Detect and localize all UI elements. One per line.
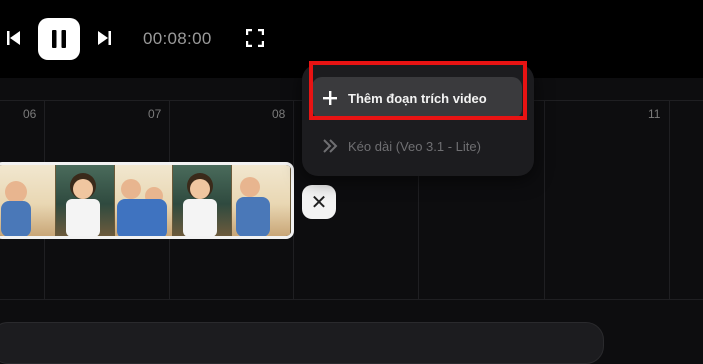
- close-icon: ✕: [310, 191, 328, 214]
- pause-button[interactable]: [38, 18, 80, 60]
- skip-previous-icon[interactable]: [2, 26, 26, 50]
- clip-thumbnail: [114, 165, 174, 236]
- prompt-panel[interactable]: [0, 322, 604, 364]
- clip-thumbnail: [0, 165, 56, 236]
- fullscreen-icon[interactable]: [243, 26, 267, 50]
- track-divider: [0, 299, 703, 300]
- ruler-tick: 08: [272, 107, 286, 121]
- ruler-tick: 07: [148, 107, 162, 121]
- clip-thumbnail: [232, 165, 291, 236]
- grid-line: [669, 101, 670, 300]
- ruler-tick: 06: [23, 107, 37, 121]
- ruler-tick: 11: [648, 107, 661, 121]
- grid-line: [544, 101, 545, 300]
- pause-icon: [52, 30, 66, 48]
- timecode: 00:08:00: [143, 29, 212, 48]
- highlight-box: [309, 61, 527, 120]
- menu-item-label: Kéo dài (Veo 3.1 - Lite): [348, 138, 481, 154]
- clip-thumbnail: [55, 165, 115, 236]
- double-chevron-right-icon: [312, 139, 348, 153]
- menu-item-extend-veo[interactable]: Kéo dài (Veo 3.1 - Lite): [312, 125, 522, 167]
- remove-clip-button[interactable]: ✕: [302, 185, 336, 219]
- skip-next-icon[interactable]: [92, 26, 116, 50]
- video-clip[interactable]: [0, 162, 294, 239]
- clip-thumbnail: [173, 165, 233, 236]
